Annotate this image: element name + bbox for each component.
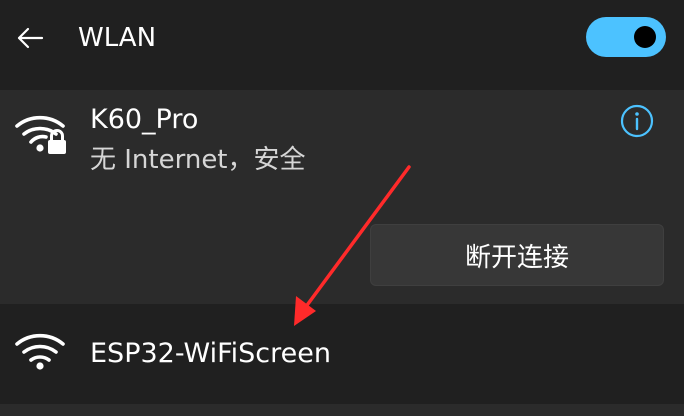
- back-button[interactable]: [10, 18, 50, 58]
- info-icon[interactable]: [620, 104, 654, 138]
- disconnect-button[interactable]: 断开连接: [370, 224, 664, 286]
- header: WLAN: [0, 0, 684, 76]
- wifi-icon: [15, 333, 65, 370]
- network-status: 无 Internet，安全: [90, 145, 306, 175]
- network-name: ESP32-WiFiScreen: [90, 338, 331, 369]
- page-title: WLAN: [78, 23, 157, 53]
- toggle-knob: [634, 26, 656, 48]
- next-list-item: [0, 404, 684, 416]
- wlan-panel: WLAN K60_Pro 无 Internet，安全 断开连接 ESP32-Wi…: [0, 0, 684, 416]
- wlan-toggle[interactable]: [586, 17, 666, 57]
- back-arrow-icon: [17, 27, 44, 49]
- network-name: K60_Pro: [90, 104, 199, 135]
- wifi-secured-icon: [15, 115, 66, 154]
- network-item[interactable]: ESP32-WiFiScreen: [0, 304, 684, 404]
- connected-network[interactable]: K60_Pro 无 Internet，安全 断开连接: [0, 90, 684, 304]
